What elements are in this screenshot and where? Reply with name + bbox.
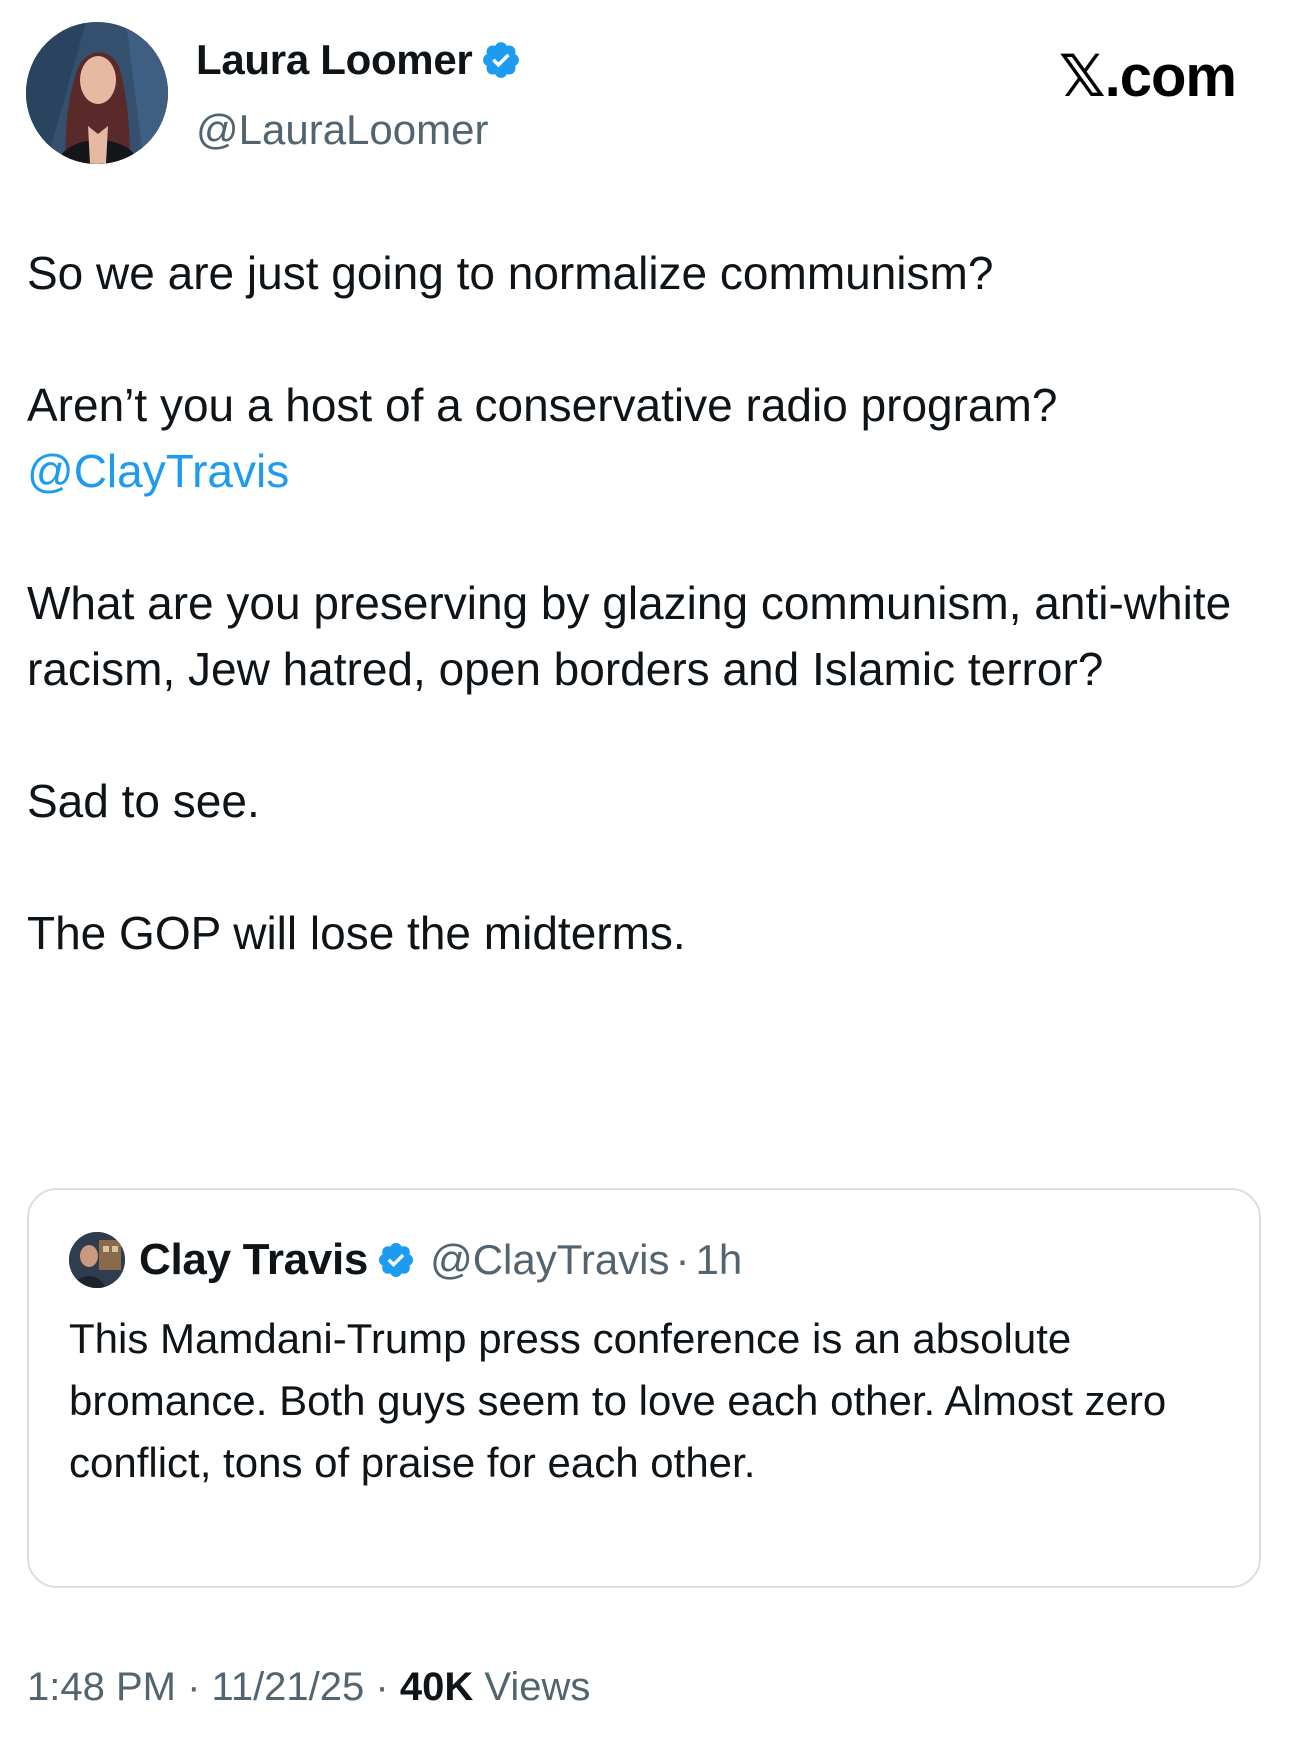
author-name-row: Laura Loomer bbox=[196, 36, 522, 84]
tweet-paragraph: Aren’t you a host of a conservative radi… bbox=[27, 379, 1058, 431]
mention-link[interactable]: @ClayTravis bbox=[27, 445, 289, 497]
verified-badge-icon bbox=[376, 1240, 416, 1280]
quoted-tweet-card[interactable]: Clay Travis @ClayTravis · 1h This Mamdan… bbox=[27, 1188, 1261, 1588]
tweet-footer-meta: 1:48 PM · 11/21/25 · 40K Views bbox=[27, 1665, 590, 1710]
tweet-date[interactable]: 11/21/25 bbox=[212, 1665, 365, 1709]
tweet-header: Laura Loomer @LauraLoomer 𝕏.com bbox=[24, 22, 1266, 164]
tweet-paragraph: So we are just going to normalize commun… bbox=[27, 247, 994, 299]
quoted-author-name[interactable]: Clay Travis bbox=[139, 1235, 368, 1285]
verified-badge-icon bbox=[480, 39, 522, 81]
meta-separator: · bbox=[675, 1236, 690, 1283]
quoted-author-avatar[interactable] bbox=[69, 1232, 125, 1288]
quoted-tweet-text: This Mamdani-Trump press conference is a… bbox=[69, 1315, 1167, 1486]
quoted-tweet-header: Clay Travis @ClayTravis · 1h bbox=[69, 1232, 742, 1288]
tweet-paragraph: Sad to see. bbox=[27, 775, 260, 827]
meta-separator: · bbox=[375, 1665, 389, 1709]
author-name[interactable]: Laura Loomer bbox=[196, 36, 473, 84]
x-com-logo: 𝕏.com bbox=[1058, 44, 1237, 109]
tweet-paragraph: The GOP will lose the midterms. bbox=[27, 907, 686, 959]
author-avatar[interactable] bbox=[26, 22, 168, 164]
views-count: 40K bbox=[399, 1665, 474, 1709]
meta-separator: · bbox=[187, 1665, 201, 1709]
author-handle[interactable]: @LauraLoomer bbox=[196, 106, 488, 154]
tweet-time[interactable]: 1:48 PM bbox=[27, 1665, 176, 1709]
tweet-paragraph: What are you preserving by glazing commu… bbox=[27, 577, 1232, 695]
quoted-time-ago[interactable]: 1h bbox=[696, 1236, 743, 1284]
tweet-text: So we are just going to normalize commun… bbox=[27, 240, 1257, 966]
quoted-author-handle[interactable]: @ClayTravis bbox=[430, 1236, 669, 1284]
views-label: Views bbox=[484, 1665, 591, 1709]
